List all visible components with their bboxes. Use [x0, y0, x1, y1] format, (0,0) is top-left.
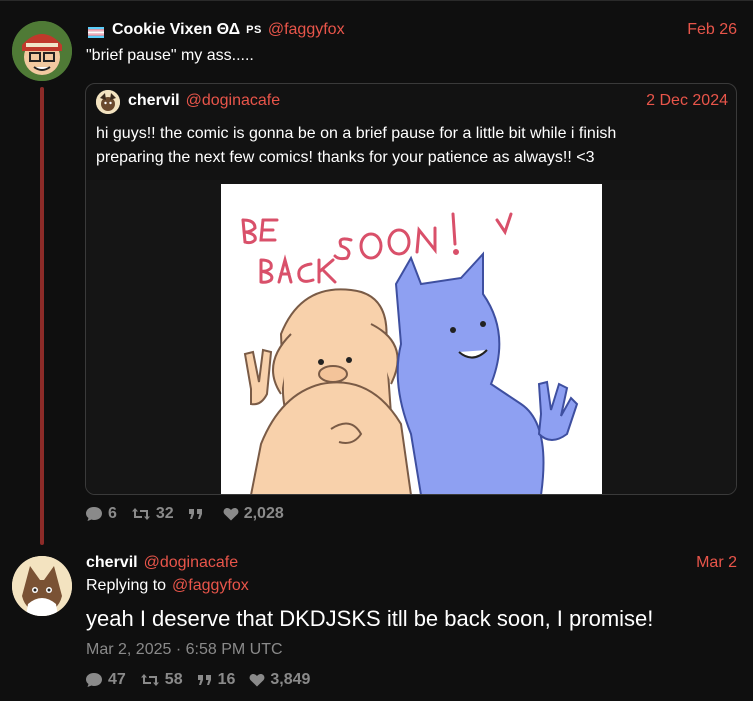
quoted-tweet[interactable]: chervil @doginacafe 2 Dec 2024 hi guys!!…: [85, 83, 737, 495]
quote-author-name[interactable]: chervil: [128, 92, 180, 110]
trans-flag-icon: [88, 25, 104, 38]
quote-date[interactable]: 2 Dec 2024: [646, 92, 728, 110]
quote-header: chervil @doginacafe: [128, 92, 280, 110]
quote-button[interactable]: 16: [197, 671, 236, 689]
reply-date[interactable]: Mar 2: [696, 554, 737, 572]
quote-icon: [188, 509, 202, 519]
reply-count: 47: [108, 671, 126, 688]
reply-avatar[interactable]: [12, 556, 72, 616]
quote-text: hi guys!! the comic is gonna be on a bri…: [96, 122, 616, 170]
timeline-panel: Cookie Vixen ΘΔ PS @faggyfox Feb 26 "bri…: [0, 0, 753, 701]
tweet-date[interactable]: Feb 26: [687, 21, 737, 39]
avatar[interactable]: [12, 21, 72, 81]
replying-to-handle[interactable]: @faggyfox: [172, 577, 249, 595]
like-count: 2,028: [243, 505, 284, 522]
comic-image[interactable]: [221, 184, 602, 494]
tweet-header: Cookie Vixen ΘΔ PS @faggyfox: [88, 21, 345, 39]
tweet-stats: 6 32 2,028: [85, 505, 298, 523]
like-button[interactable]: 2,028: [223, 505, 284, 523]
quote-text-line: preparing the next few comics! thanks fo…: [96, 149, 595, 166]
author-badge: PS: [246, 24, 262, 36]
reply-button[interactable]: 47: [85, 671, 126, 689]
retweet-count: 58: [164, 671, 183, 688]
retweet-icon: [131, 508, 150, 520]
retweet-button[interactable]: 58: [140, 671, 183, 689]
reply-stats: 47 58 16 3,849: [85, 671, 324, 689]
reply-text: yeah I deserve that DKDJSKS itll be back…: [86, 606, 654, 631]
replying-label: Replying to: [86, 577, 167, 594]
retweet-button[interactable]: 32: [131, 505, 174, 523]
reply-author-handle[interactable]: @doginacafe: [144, 554, 239, 572]
like-button[interactable]: 3,849: [249, 671, 310, 689]
reply-author-name[interactable]: chervil: [86, 554, 138, 572]
quote-icon: [197, 675, 211, 685]
reply-timestamp[interactable]: Mar 2, 2025 · 6:58 PM UTC: [86, 641, 283, 659]
comment-icon: [86, 507, 102, 521]
reply-count: 6: [108, 505, 117, 522]
retweet-icon: [140, 674, 159, 686]
quote-button[interactable]: [188, 508, 209, 520]
heart-icon: [249, 674, 265, 687]
heart-icon: [223, 508, 239, 521]
comment-icon: [86, 673, 102, 687]
quote-author-handle[interactable]: @doginacafe: [186, 92, 281, 110]
reply-header: chervil @doginacafe: [86, 554, 238, 572]
quote-count: 16: [217, 671, 236, 688]
thread-connector: [40, 87, 44, 545]
quote-avatar[interactable]: [96, 90, 120, 114]
reply-button[interactable]: 6: [85, 505, 117, 523]
quote-text-line: hi guys!! the comic is gonna be on a bri…: [96, 125, 617, 142]
like-count: 3,849: [270, 671, 311, 688]
author-handle[interactable]: @faggyfox: [268, 21, 345, 39]
retweet-count: 32: [155, 505, 174, 522]
tweet-text: "brief pause" my ass.....: [86, 47, 254, 64]
author-name[interactable]: Cookie Vixen ΘΔ: [112, 21, 240, 39]
replying-to-line: Replying to @faggyfox: [86, 577, 249, 595]
